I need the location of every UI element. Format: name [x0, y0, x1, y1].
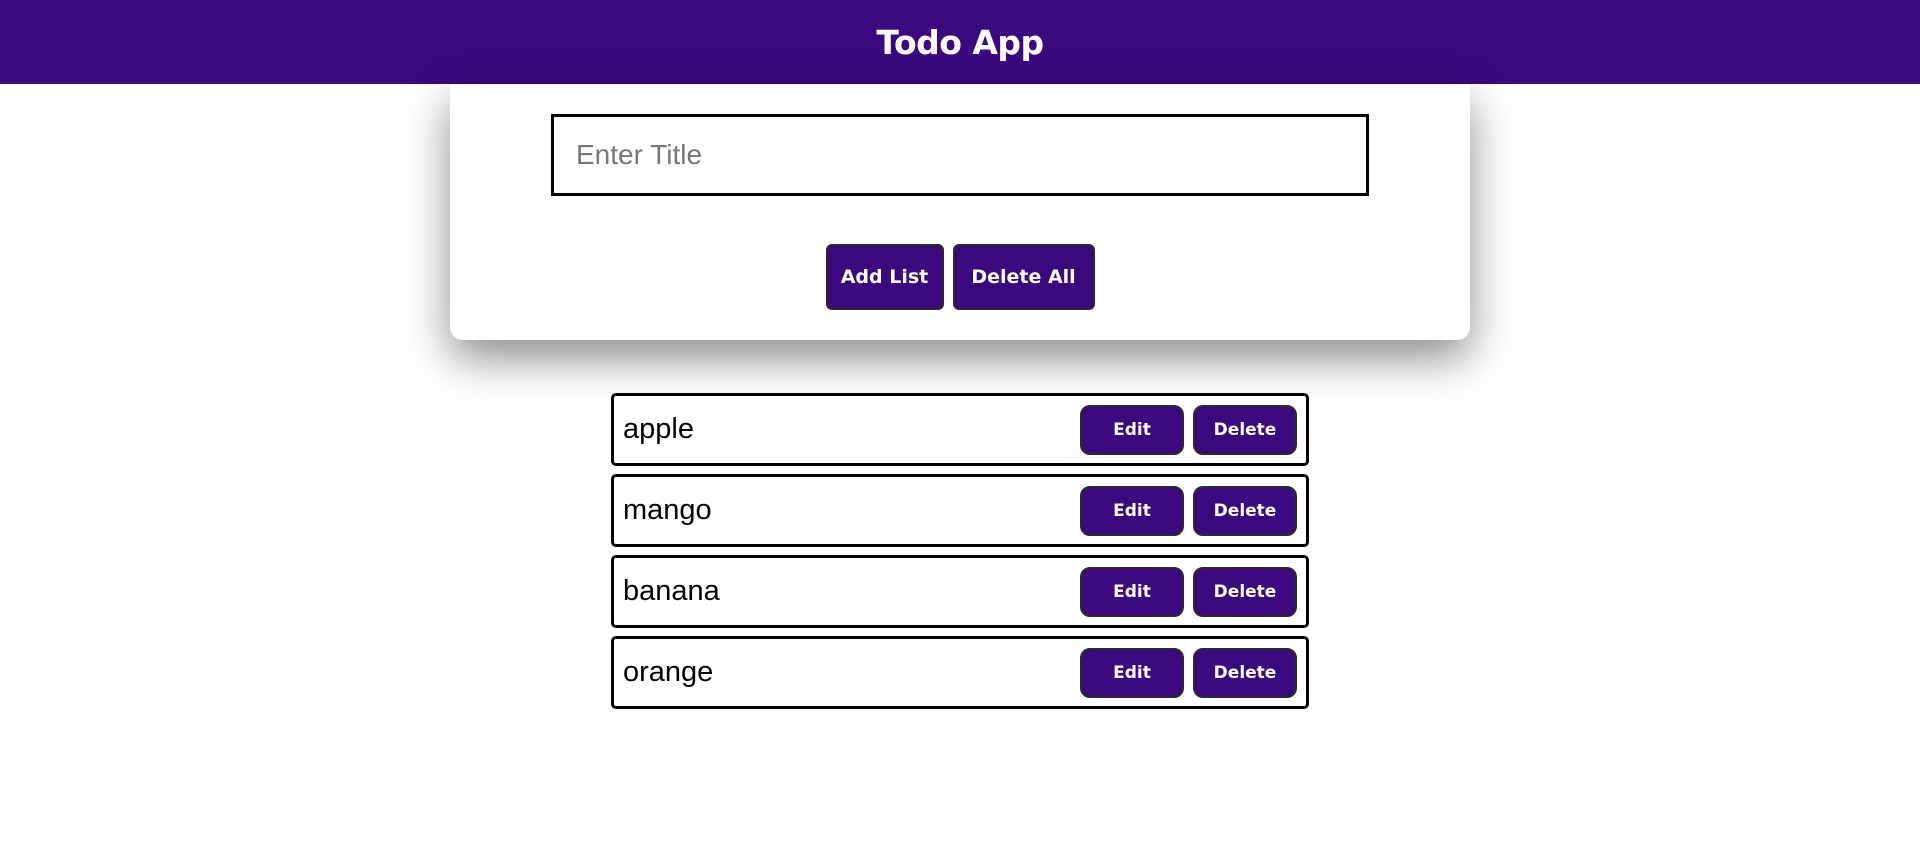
todo-item-text: orange	[623, 656, 714, 688]
todo-item: banana Edit Delete	[611, 555, 1309, 628]
todo-item: mango Edit Delete	[611, 474, 1309, 547]
delete-all-button[interactable]: Delete All	[952, 244, 1095, 310]
todo-item-text: apple	[623, 413, 694, 445]
app-header: Todo App	[0, 0, 1920, 84]
edit-button[interactable]: Edit	[1080, 647, 1184, 698]
edit-button[interactable]: Edit	[1080, 404, 1184, 455]
add-list-button[interactable]: Add List	[825, 244, 944, 310]
edit-button[interactable]: Edit	[1080, 566, 1184, 617]
app-title: Todo App	[876, 22, 1044, 62]
todo-list: apple Edit Delete mango Edit Delete bana…	[611, 393, 1309, 717]
form-actions: Add List Delete All	[450, 244, 1470, 310]
todo-item-text: mango	[623, 494, 712, 526]
delete-button[interactable]: Delete	[1193, 404, 1297, 455]
todo-item-text: banana	[623, 575, 720, 607]
title-input[interactable]	[551, 114, 1369, 196]
delete-button[interactable]: Delete	[1193, 566, 1297, 617]
todo-input-card: Add List Delete All	[450, 84, 1470, 340]
delete-button[interactable]: Delete	[1193, 485, 1297, 536]
todo-item: apple Edit Delete	[611, 393, 1309, 466]
delete-button[interactable]: Delete	[1193, 647, 1297, 698]
todo-item: orange Edit Delete	[611, 636, 1309, 709]
edit-button[interactable]: Edit	[1080, 485, 1184, 536]
